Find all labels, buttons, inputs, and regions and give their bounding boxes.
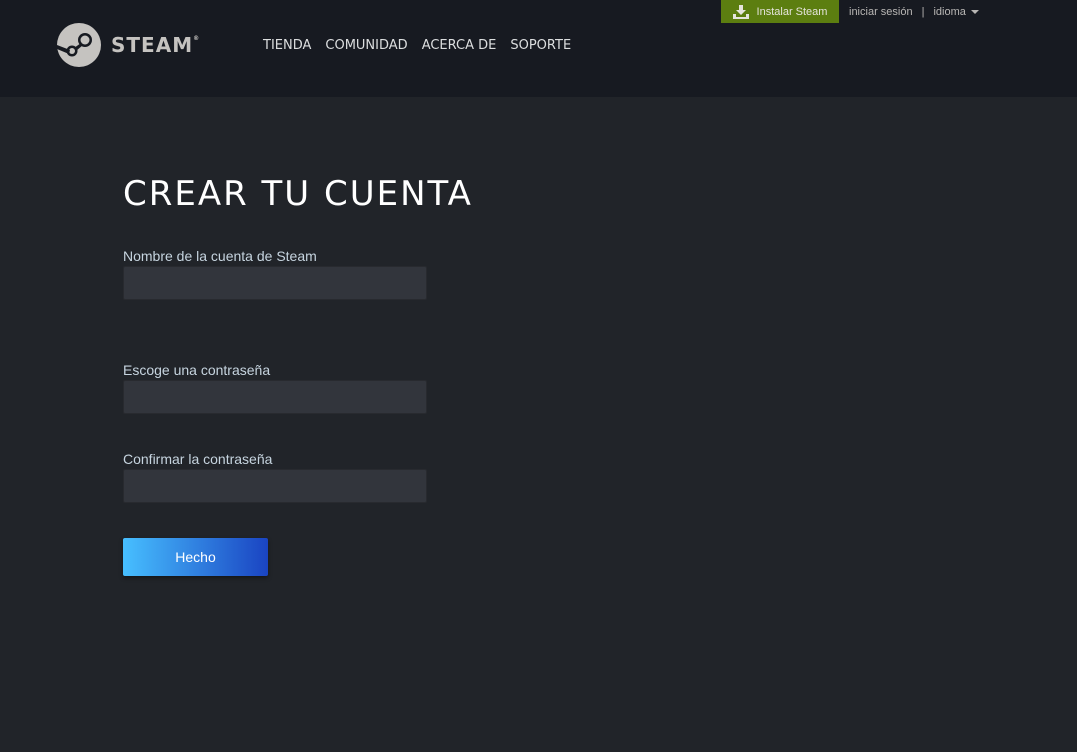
done-button[interactable]: Hecho [123, 538, 268, 576]
steam-logo[interactable]: STEAM ® [57, 23, 201, 67]
nav-item-store[interactable]: TIENDA [263, 38, 311, 54]
separator: | [921, 5, 925, 18]
language-label: idioma [933, 5, 966, 18]
steam-logo-icon [57, 23, 101, 67]
password-label: Escoge una contraseña [123, 362, 271, 378]
confirm-password-input[interactable] [123, 469, 427, 503]
install-steam-button[interactable]: Instalar Steam [721, 0, 839, 23]
language-dropdown[interactable]: idioma [933, 5, 979, 18]
page-title: CREAR TU CUENTA [123, 174, 473, 214]
nav-item-community[interactable]: COMUNIDAD [325, 38, 407, 54]
install-steam-label: Instalar Steam [756, 5, 828, 18]
site-header: STEAM ® TIENDA COMUNIDAD ACERCA DE SOPORT… [0, 0, 1077, 97]
account-name-input[interactable] [123, 266, 427, 300]
account-name-label: Nombre de la cuenta de Steam [123, 248, 317, 264]
nav-item-about[interactable]: ACERCA DE [422, 38, 497, 54]
login-link[interactable]: iniciar sesión [849, 6, 913, 18]
nav-item-support[interactable]: SOPORTE [510, 38, 571, 54]
caret-down-icon [970, 10, 979, 14]
password-input[interactable] [123, 380, 427, 414]
main-nav: TIENDA COMUNIDAD ACERCA DE SOPORTE [263, 38, 585, 54]
download-icon [732, 4, 749, 19]
logo-wordmark: STEAM ® [111, 33, 201, 57]
confirm-password-label: Confirmar la contraseña [123, 451, 273, 467]
global-actions: Instalar Steam iniciar sesión | idioma [721, 0, 979, 23]
registered-mark: ® [193, 35, 201, 42]
